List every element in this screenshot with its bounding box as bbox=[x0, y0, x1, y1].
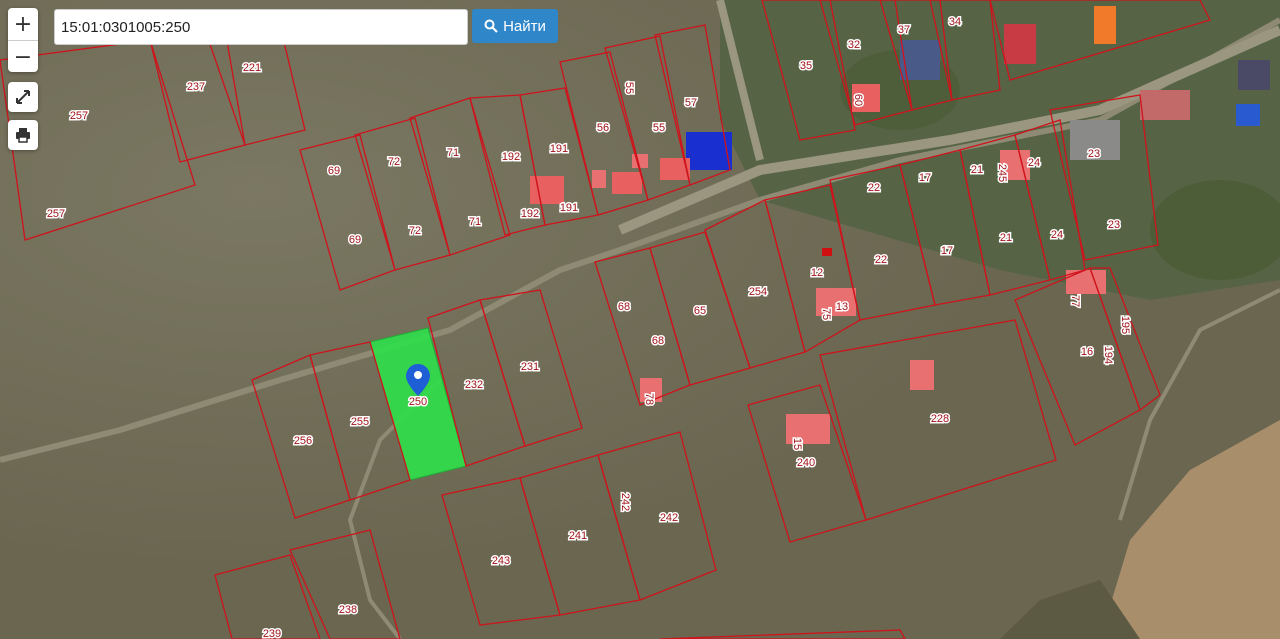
parcel-number-label: 71 bbox=[469, 216, 481, 228]
parcel-number-label: 24 bbox=[1051, 229, 1063, 241]
parcel-number-label: 191 bbox=[560, 202, 578, 214]
parcel-number-label: 194 bbox=[1102, 346, 1114, 364]
parcel-number-label: 254 bbox=[749, 286, 767, 298]
parcel-number-label: 21 bbox=[971, 164, 983, 176]
parcel-number-label: 75 bbox=[820, 308, 832, 320]
printer-icon bbox=[16, 128, 30, 143]
parcel-number-label: 22 bbox=[875, 254, 887, 266]
parcel-number-label: 240 bbox=[797, 457, 815, 469]
parcel-number-label: 72 bbox=[409, 225, 421, 237]
search-input[interactable] bbox=[54, 9, 468, 45]
parcel-number-label: 23 bbox=[1088, 148, 1100, 160]
parcel-number-label: 68 bbox=[618, 301, 630, 313]
parcel-number-label: 32 bbox=[848, 39, 860, 51]
zoom-control: + − bbox=[8, 8, 38, 72]
parcel-number-label: 69 bbox=[328, 165, 340, 177]
parcel-number-label: 257 bbox=[47, 208, 65, 220]
parcel-number-label: 191 bbox=[550, 143, 568, 155]
parcel-number-label: 243 bbox=[492, 555, 510, 567]
parcel-number-label: 35 bbox=[800, 60, 812, 72]
parcel-number-label: 192 bbox=[502, 151, 520, 163]
zoom-out-button[interactable]: − bbox=[8, 40, 38, 73]
parcel-number-label: 242 bbox=[619, 493, 631, 511]
parcel-number-label: 17 bbox=[919, 172, 931, 184]
map-canvas[interactable]: 257 257 237 221 69 69 72 72 71 71 192 191 192 191 56 55… bbox=[0, 0, 1280, 639]
parcel-number-label: 56 bbox=[597, 122, 609, 134]
parcel-number-label: 255 bbox=[351, 416, 369, 428]
parcel-number-label: 77 bbox=[1069, 295, 1081, 307]
expand-icon bbox=[16, 90, 30, 104]
parcel-number-label: 60 bbox=[852, 94, 864, 106]
print-button[interactable] bbox=[8, 120, 38, 150]
parcel-number-label: 192 bbox=[521, 208, 539, 220]
parcel-number-label: 238 bbox=[339, 604, 357, 616]
search-button-label: Найти bbox=[503, 17, 546, 35]
parcel-number-label: 195 bbox=[1119, 316, 1131, 334]
parcel-number-label: 17 bbox=[941, 245, 953, 257]
parcel-number-label: 245 bbox=[996, 164, 1008, 182]
parcel-number-label: 71 bbox=[447, 147, 459, 159]
parcel-number-label: 242 bbox=[660, 512, 678, 524]
parcel-number-label: 24 bbox=[1028, 157, 1040, 169]
parcel-number-label: 231 bbox=[521, 361, 539, 373]
parcel-number-label: 16 bbox=[1081, 346, 1093, 358]
parcel-number-label: 239 bbox=[263, 628, 281, 639]
parcel-number-label: 37 bbox=[898, 24, 910, 36]
parcel-number-label: 228 bbox=[931, 413, 949, 425]
parcel-number-label: 34 bbox=[949, 16, 961, 28]
parcel-number-label: 12 bbox=[811, 267, 823, 279]
parcel-number-label: 69 bbox=[349, 234, 361, 246]
parcel-number-label: 221 bbox=[243, 62, 261, 74]
parcel-number-label: 57 bbox=[685, 97, 697, 109]
parcel-number-label: 237 bbox=[187, 81, 205, 93]
parcel-number-label: 65 bbox=[694, 305, 706, 317]
parcel-number-label: 68 bbox=[652, 335, 664, 347]
parcel-number-label: 15 bbox=[791, 438, 803, 450]
parcel-number-label: 23 bbox=[1108, 219, 1120, 231]
parcel-number-label: 78 bbox=[643, 393, 655, 405]
parcel-number-label: 21 bbox=[1000, 232, 1012, 244]
parcel-number-label: 232 bbox=[465, 379, 483, 391]
parcel-number-label: 72 bbox=[388, 156, 400, 168]
search-button[interactable]: Найти bbox=[472, 9, 558, 43]
zoom-in-button[interactable]: + bbox=[8, 8, 38, 40]
parcel-number-label: 55 bbox=[653, 122, 665, 134]
parcel-number-label: 22 bbox=[868, 182, 880, 194]
parcel-number-label: 257 bbox=[70, 110, 88, 122]
parcel-number-label: 241 bbox=[569, 530, 587, 542]
parcel-number-label: 55 bbox=[623, 82, 635, 94]
search-icon bbox=[484, 19, 498, 33]
parcel-number-label: 250 bbox=[409, 396, 427, 408]
parcel-number-label: 256 bbox=[294, 435, 312, 447]
parcel-number-label: 13 bbox=[836, 301, 848, 313]
fullscreen-button[interactable] bbox=[8, 82, 38, 112]
